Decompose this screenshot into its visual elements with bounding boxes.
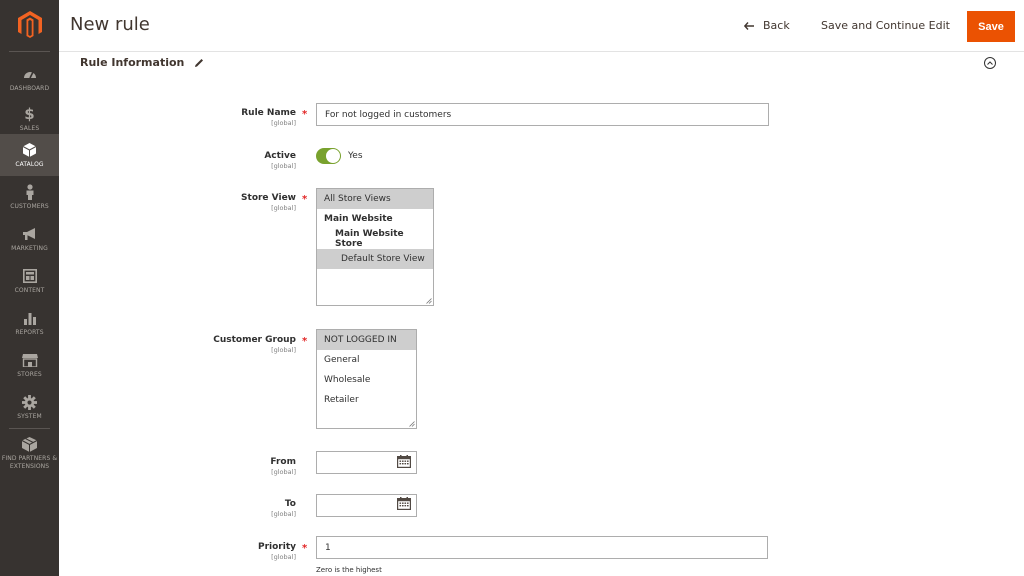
back-button-label: Back — [763, 19, 790, 32]
dashboard-icon — [23, 66, 37, 82]
person-icon — [25, 184, 35, 200]
sidebar-item-content[interactable]: CONTENT — [0, 260, 59, 302]
back-button[interactable]: Back — [744, 19, 790, 32]
priority-label: Priority [global] — [258, 542, 296, 561]
store-view-label: Store View [global] — [241, 193, 296, 212]
priority-input[interactable]: 1 — [316, 536, 768, 559]
scope-label: [global] — [271, 553, 296, 561]
sidebar-item-customers[interactable]: CUSTOMERS — [0, 176, 59, 218]
sidebar-item-label: SYSTEM — [17, 413, 42, 420]
sidebar-item-stores[interactable]: STORES — [0, 344, 59, 386]
sidebar-item-label: FIND PARTNERS & EXTENSIONS — [1, 455, 58, 470]
store-view-option[interactable]: Default Store View — [317, 249, 433, 269]
active-label: Active [global] — [264, 151, 296, 170]
calendar-icon[interactable] — [397, 497, 411, 510]
rule-name-label: Rule Name [global] — [241, 108, 296, 127]
section-header[interactable]: Rule Information — [80, 56, 204, 69]
gear-icon — [22, 394, 37, 410]
sidebar-item-label: CONTENT — [14, 287, 45, 294]
customer-group-option[interactable]: Wholesale — [317, 370, 416, 390]
box-icon — [23, 142, 36, 158]
scope-label: [global] — [271, 346, 296, 354]
scope-label: [global] — [271, 510, 296, 518]
sidebar-item-label: SALES — [19, 125, 40, 132]
sidebar-divider — [9, 51, 50, 52]
arrow-left-icon — [744, 21, 754, 30]
cube-icon — [22, 436, 37, 452]
bar-chart-icon — [23, 310, 37, 326]
store-view-option[interactable]: Main Website Store — [317, 229, 433, 249]
active-toggle[interactable] — [316, 148, 341, 164]
customer-group-option[interactable]: NOT LOGGED IN — [317, 330, 416, 350]
sidebar-item-system[interactable]: SYSTEM — [0, 386, 59, 428]
pencil-icon[interactable] — [194, 58, 204, 68]
sidebar-item-label: MARKETING — [11, 245, 48, 252]
priority-note: Zero is the highest — [316, 566, 382, 574]
scope-label: [global] — [271, 119, 296, 127]
resize-handle-icon[interactable] — [426, 298, 432, 304]
sidebar-item-label: STORES — [17, 371, 42, 378]
customer-group-multiselect[interactable]: NOT LOGGED IN General Wholesale Retailer — [316, 329, 417, 429]
resize-handle-icon[interactable] — [409, 421, 415, 427]
magento-logo-icon — [17, 11, 42, 38]
admin-sidebar: DASHBOARD $ SALES CATALOG CUSTOMERS MARK… — [0, 0, 59, 576]
scope-label: [global] — [271, 162, 296, 170]
store-view-multiselect[interactable]: All Store Views Main Website Main Websit… — [316, 188, 434, 306]
customer-group-label: Customer Group [global] — [213, 335, 296, 354]
save-button[interactable]: Save — [967, 11, 1015, 42]
sidebar-item-label: CUSTOMERS — [10, 203, 49, 210]
required-marker: * — [302, 194, 308, 205]
rule-name-input[interactable]: For not logged in customers — [316, 103, 769, 126]
store-view-option[interactable]: All Store Views — [317, 189, 433, 209]
sidebar-item-dashboard[interactable]: DASHBOARD — [0, 58, 59, 100]
scope-label: [global] — [271, 204, 296, 212]
store-view-option[interactable]: Main Website — [317, 209, 433, 229]
section-title: Rule Information — [80, 56, 185, 69]
save-and-continue-button[interactable]: Save and Continue Edit — [821, 19, 950, 32]
storefront-icon — [21, 352, 38, 368]
from-label: From [global] — [270, 457, 296, 476]
scope-label: [global] — [271, 468, 296, 476]
calendar-icon[interactable] — [397, 455, 411, 468]
required-marker: * — [302, 336, 308, 347]
sidebar-item-label: REPORTS — [15, 329, 44, 336]
collapse-icon[interactable] — [984, 57, 996, 69]
magento-logo[interactable] — [0, 0, 59, 50]
customer-group-option[interactable]: Retailer — [317, 390, 416, 410]
customer-group-option[interactable]: General — [317, 350, 416, 370]
required-marker: * — [302, 109, 308, 120]
dollar-icon: $ — [24, 105, 35, 123]
sidebar-item-reports[interactable]: REPORTS — [0, 302, 59, 344]
active-toggle-value: Yes — [348, 151, 363, 161]
sidebar-item-label: CATALOG — [15, 161, 44, 168]
page-title: New rule — [70, 14, 150, 35]
megaphone-icon — [22, 226, 38, 242]
header-divider — [59, 51, 1024, 52]
sidebar-item-find-partners[interactable]: FIND PARTNERS & EXTENSIONS — [0, 428, 59, 476]
to-label: To [global] — [271, 499, 296, 518]
layout-icon — [22, 268, 37, 284]
sidebar-item-label: DASHBOARD — [9, 85, 50, 92]
sidebar-item-catalog[interactable]: CATALOG — [0, 134, 59, 176]
toggle-knob — [326, 149, 340, 163]
required-marker: * — [302, 543, 308, 554]
sidebar-item-marketing[interactable]: MARKETING — [0, 218, 59, 260]
